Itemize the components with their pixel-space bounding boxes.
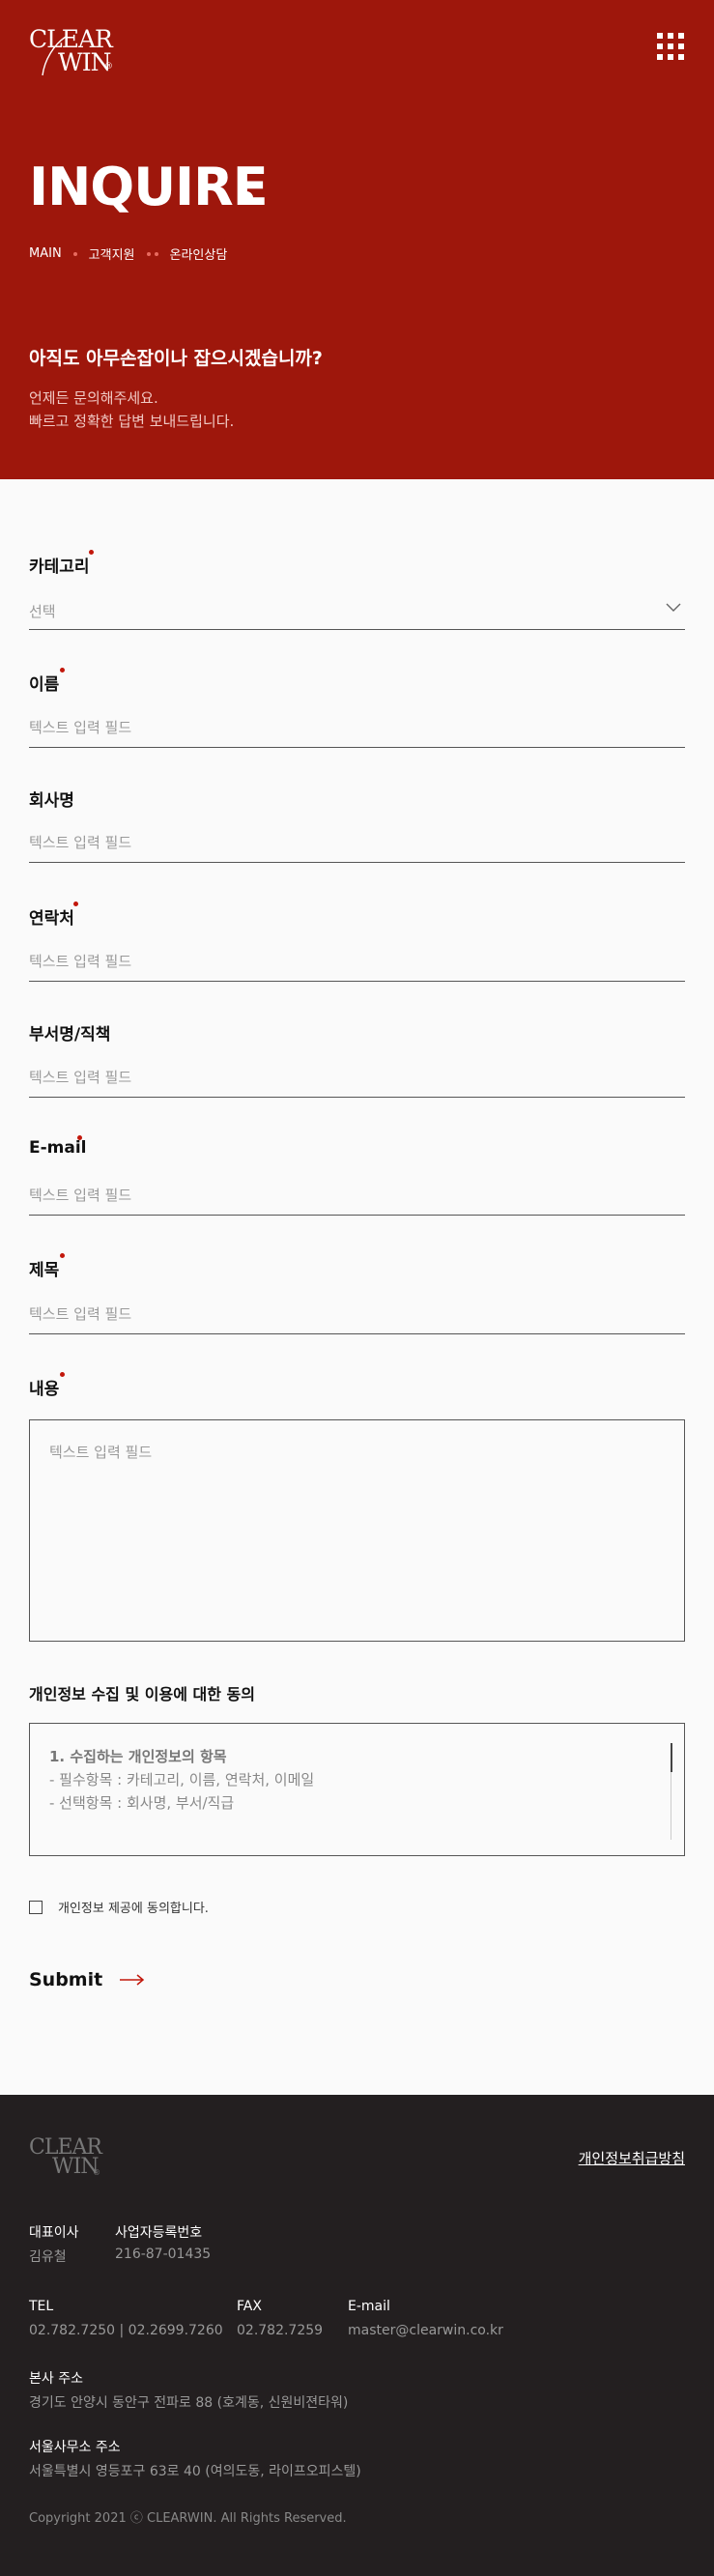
clearwin-logo[interactable]: CLEAR WIN ® — [29, 23, 116, 77]
site-footer: CLEAR WIN ® 개인정보취급방침 대표이사 김유철 사업자등록번호 21… — [0, 2095, 714, 2576]
privacy-scrollbar[interactable] — [671, 1743, 674, 1840]
breadcrumb-separator — [146, 251, 158, 256]
agree-checkbox-label: 개인정보 제공에 동의합니다. — [58, 1902, 209, 1916]
privacy-heading: 1. 수집하는 개인정보의 항목 — [49, 1748, 227, 1765]
hero-subtext-line1: 언제든 문의해주세요. — [29, 389, 158, 407]
category-select-value: 선택 — [29, 603, 56, 620]
department-label: 부서명/직책 — [29, 1025, 111, 1045]
email-label: E-mail — [29, 1138, 87, 1158]
content-label: 내용 — [29, 1380, 60, 1399]
copyright: Copyright 2021 ⓒ CLEARWIN. All Rights Re… — [29, 2511, 347, 2526]
email-input[interactable] — [29, 1175, 685, 1216]
business-number-label: 사업자등록번호 — [115, 2225, 203, 2241]
seoul-address-label: 서울사무소 주소 — [29, 2440, 121, 2455]
submit-button[interactable]: Submit — [29, 1969, 145, 1990]
agree-checkbox-row[interactable]: 개인정보 제공에 동의합니다. — [29, 1898, 209, 1916]
privacy-line: - 선택항목 : 회사명, 부서/직급 — [49, 1794, 235, 1812]
privacy-line: - 필수항목 : 카테고리, 이름, 연락처, 이메일 — [49, 1771, 315, 1789]
inquiry-form: 카테고리 선택 이름 회사명 연락처 부서명/직책 E-mail 제목 내용 개… — [0, 479, 714, 2095]
privacy-title: 개인정보 수집 및 이용에 대한 동의 — [29, 1685, 255, 1703]
email-label: E-mail — [348, 2299, 390, 2314]
tel-value: 02.782.7250 | 02.2699.7260 — [29, 2323, 223, 2338]
subject-label: 제목 — [29, 1261, 60, 1280]
breadcrumb-main[interactable]: MAIN — [29, 246, 62, 261]
privacy-terms-box[interactable]: 1. 수집하는 개인정보의 항목 - 필수항목 : 카테고리, 이름, 연락처,… — [29, 1723, 685, 1856]
logo-swoosh-icon — [42, 36, 67, 76]
footer-logo[interactable]: CLEAR WIN ® — [29, 2135, 106, 2184]
agree-checkbox[interactable] — [29, 1900, 43, 1914]
tel-label: TEL — [29, 2299, 54, 2314]
submit-label: Submit — [29, 1969, 103, 1990]
required-dot — [89, 550, 94, 555]
fax-value: 02.782.7259 — [237, 2323, 324, 2338]
category-select[interactable]: 선택 — [29, 589, 685, 630]
name-label: 이름 — [29, 675, 60, 695]
hero-section: CLEAR WIN ® INQUIRE MAIN 고객지원 온라인상담 아직도 … — [0, 0, 714, 479]
required-dot — [60, 668, 65, 673]
seoul-address-value: 서울특별시 영등포구 63로 40 (여의도동, 라이프오피스텔) — [29, 2464, 361, 2479]
email-value[interactable]: master@clearwin.co.kr — [348, 2323, 503, 2338]
required-dot — [60, 1253, 65, 1258]
page-title: INQUIRE — [29, 157, 269, 217]
breadcrumb-online-consult[interactable]: 온라인상담 — [170, 244, 228, 263]
company-label: 회사명 — [29, 791, 74, 811]
phone-label: 연락처 — [29, 909, 74, 929]
menu-grid-icon[interactable] — [657, 33, 684, 60]
business-number-value: 216-87-01435 — [115, 2247, 212, 2262]
hq-address-label: 본사 주소 — [29, 2371, 83, 2387]
subject-input[interactable] — [29, 1294, 685, 1334]
content-textarea[interactable] — [29, 1419, 685, 1642]
hq-address-value: 경기도 안양시 동안구 전파로 88 (호계동, 신원비젼타워) — [29, 2395, 349, 2411]
privacy-policy-link[interactable]: 개인정보취급방침 — [579, 2148, 685, 2168]
ceo-value: 김유철 — [29, 2249, 67, 2265]
breadcrumb-separator — [72, 251, 77, 256]
breadcrumb: MAIN 고객지원 온라인상담 — [29, 244, 227, 263]
required-dot — [77, 1135, 82, 1140]
hero-question: 아직도 아무손잡이나 잡으시겠습니까? — [29, 348, 323, 369]
category-label: 카테고리 — [29, 558, 90, 577]
hero-subtext: 언제든 문의해주세요. 빠르고 정확한 답변 보내드립니다. — [29, 386, 234, 433]
chevron-down-icon — [666, 603, 681, 612]
hero-subtext-line2: 빠르고 정확한 답변 보내드립니다. — [29, 413, 235, 430]
footer-logo-registered-mark: ® — [93, 2168, 100, 2177]
arrow-right-icon — [120, 1974, 145, 1986]
fax-label: FAX — [237, 2299, 262, 2314]
department-input[interactable] — [29, 1057, 685, 1098]
footer-logo-text-line2: WIN — [52, 2155, 100, 2179]
title-dot — [240, 191, 253, 205]
phone-input[interactable] — [29, 941, 685, 982]
ceo-label: 대표이사 — [29, 2225, 79, 2241]
logo-registered-mark: ® — [104, 62, 113, 72]
required-dot — [60, 1372, 65, 1377]
breadcrumb-support[interactable]: 고객지원 — [89, 244, 135, 263]
company-input[interactable] — [29, 822, 685, 863]
name-input[interactable] — [29, 707, 685, 748]
required-dot — [73, 902, 78, 906]
